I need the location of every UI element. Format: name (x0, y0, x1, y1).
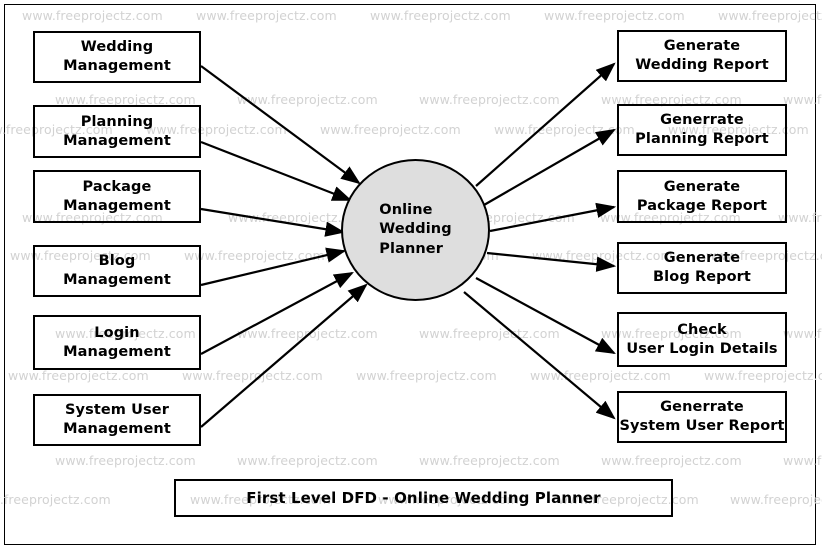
entity-wedding-management[interactable]: Wedding Management (33, 31, 201, 83)
dfd-diagram-page: www.freeprojectz.com www.freeprojectz.co… (0, 0, 822, 551)
flow-arrow-blog-management-in (200, 247, 347, 287)
watermark-text: www.freeprojectz.com (530, 368, 671, 383)
diagram-title: First Level DFD - Online Wedding Planner (246, 489, 601, 507)
entity-label: Login Management (63, 324, 171, 360)
entity-generate-planning-report[interactable]: Generrate Planning Report (617, 104, 787, 156)
entity-generate-blog-report[interactable]: Generate Blog Report (617, 242, 787, 294)
flow-arrow-wedding-management-in (200, 65, 361, 185)
entity-label: Wedding Management (63, 39, 171, 74)
watermark-text: www.freeprojectz.com (237, 453, 378, 468)
watermark-text: www.freeprojectz.com (783, 92, 822, 107)
entity-label: System User Management (63, 402, 171, 437)
diagram-caption-box: First Level DFD - Online Wedding Planner (174, 479, 673, 517)
watermark-text: www.freeprojectz.com (196, 8, 337, 23)
watermark-text: www.freeprojectz.com (55, 453, 196, 468)
entity-label: Check User Login Details (626, 321, 778, 357)
watermark-text: www.freeprojectz.com (370, 8, 511, 23)
entity-system-user-management[interactable]: System User Management (33, 394, 201, 446)
entity-check-user-login-details[interactable]: Check User Login Details (617, 312, 787, 367)
watermark-text: www.freeprojectz.com (237, 326, 378, 341)
watermark-text: www.freeprojectz.com (783, 453, 822, 468)
entity-generate-system-user-report[interactable]: Generrate System User Report (617, 391, 787, 443)
entity-label: Generate Package Report (636, 178, 768, 214)
entity-label: Generate Blog Report (653, 250, 751, 285)
entity-label: Generate Wedding Report (635, 38, 769, 73)
entity-label: Generrate Planning Report (635, 112, 769, 147)
flow-arrow-planning-management-in (200, 140, 353, 202)
watermark-text: www.freeprojectz.com (494, 122, 635, 137)
flow-arrow-generate-planning-report-out (483, 128, 616, 206)
watermark-text: www.freeprojectz.com (356, 368, 497, 383)
entity-blog-management[interactable]: Blog Management (33, 245, 201, 297)
watermark-text: www.freeprojectz.com (237, 92, 378, 107)
watermark-text: www.freeprojectz.com (184, 248, 325, 263)
watermark-text: www.freeprojectz.com (704, 368, 822, 383)
entity-label: Generrate System User Report (619, 399, 785, 434)
watermark-text: www.freeprojectz.com (419, 92, 560, 107)
watermark-text: www.freeprojectz.com (22, 8, 163, 23)
process-node-online-wedding-planner[interactable]: Online Wedding Planner (341, 159, 490, 301)
entity-label: Blog Management (63, 253, 171, 288)
watermark-text: www.freeprojectz.com (718, 8, 822, 23)
watermark-text: www.freeprojectz.com (8, 368, 149, 383)
watermark-text: www.freeprojectz.com (0, 492, 111, 507)
watermark-text: www.freeprojectz.com (419, 326, 560, 341)
flow-arrow-login-management-in (200, 271, 354, 355)
watermark-text: www.freeprojectz.com (419, 453, 560, 468)
entity-label: Planning Management (63, 113, 171, 149)
entity-package-management[interactable]: Package Management (33, 170, 201, 223)
watermark-text: www.freeprojectz.com (730, 492, 822, 507)
entity-login-management[interactable]: Login Management (33, 315, 201, 370)
flow-arrow-generate-system-user-report-out (463, 291, 616, 420)
flow-arrow-generate-wedding-report-out (475, 62, 616, 187)
flow-arrow-package-management-in (200, 207, 346, 237)
entity-generate-package-report[interactable]: Generate Package Report (617, 170, 787, 223)
watermark-text: www.freeprojectz.com (601, 453, 742, 468)
entity-generate-wedding-report[interactable]: Generate Wedding Report (617, 30, 787, 82)
entity-label: Package Management (63, 178, 171, 214)
watermark-text: www.freeprojectz.com (182, 368, 323, 383)
watermark-text: www.freeprojectz.com (783, 326, 822, 341)
process-label: Online Wedding Planner (379, 202, 452, 257)
flow-arrow-check-user-login-details-out (475, 277, 616, 355)
entity-planning-management[interactable]: Planning Management (33, 105, 201, 158)
watermark-text: www.freeprojectz.com (320, 122, 461, 137)
watermark-text: www.freeprojectz.com (544, 8, 685, 23)
flow-arrow-system-user-management-in (200, 283, 368, 428)
flow-arrow-generate-package-report-out (489, 202, 617, 233)
flow-arrow-generate-blog-report-out (486, 251, 617, 272)
